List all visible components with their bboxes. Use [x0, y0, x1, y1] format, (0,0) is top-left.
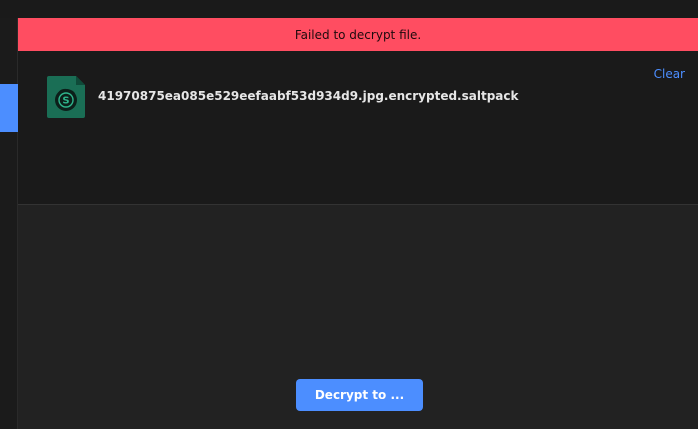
action-area: Decrypt to ...: [18, 205, 698, 429]
file-panel: S 41970875ea085e529eefaabf53d934d9.jpg.e…: [18, 51, 698, 205]
clear-button[interactable]: Clear: [654, 67, 685, 81]
app-window: Failed to decrypt file. S 41970875ea085e…: [0, 0, 698, 429]
decrypt-to-button[interactable]: Decrypt to ...: [296, 379, 423, 411]
decrypt-view: Failed to decrypt file. S 41970875ea085e…: [18, 18, 698, 429]
error-banner: Failed to decrypt file.: [18, 18, 698, 51]
saltpack-file-icon: S: [47, 76, 85, 118]
svg-text:S: S: [62, 96, 69, 107]
error-message: Failed to decrypt file.: [294, 27, 422, 42]
file-name: 41970875ea085e529eefaabf53d934d9.jpg.enc…: [98, 89, 519, 103]
sidebar-selected-item[interactable]: [0, 84, 18, 132]
title-bar: [0, 0, 698, 18]
sidebar-rail: [0, 18, 18, 429]
